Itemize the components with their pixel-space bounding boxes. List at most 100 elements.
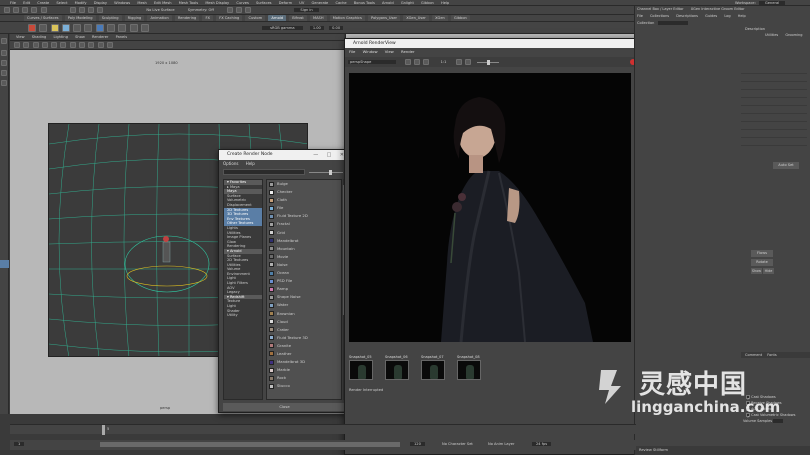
vp-menu-show[interactable]: Show <box>75 34 85 41</box>
current-frame-marker[interactable] <box>102 425 105 435</box>
rv-refresh-icon[interactable] <box>414 59 421 65</box>
maximize-icon[interactable]: □ <box>327 150 332 160</box>
shelf-tab-rigging[interactable]: Rigging <box>124 15 145 21</box>
show-button[interactable]: Show <box>751 268 762 274</box>
render-node-item[interactable]: Movie <box>267 253 341 261</box>
rv-crop-icon[interactable] <box>455 59 462 65</box>
offset-field[interactable]: 0.00 <box>329 26 344 30</box>
photometric-light-icon[interactable] <box>84 24 93 32</box>
skydome-light-icon[interactable] <box>61 24 70 32</box>
xgen-menu-file[interactable]: File <box>637 13 643 20</box>
fps-dropdown[interactable]: 24 fps <box>532 442 552 446</box>
standin-icon[interactable] <box>106 24 115 32</box>
undo-icon[interactable] <box>31 7 38 13</box>
render-node-item[interactable]: Granite <box>267 342 341 350</box>
curve-collector-icon[interactable] <box>129 24 138 32</box>
dialog-menu-options[interactable]: Options <box>223 161 238 166</box>
rv-menu-file[interactable]: File <box>349 49 355 54</box>
rv-menu-window[interactable]: Window <box>363 49 378 54</box>
rv-menu-render[interactable]: Render <box>401 49 415 54</box>
volume-icon[interactable] <box>118 24 127 32</box>
open-scene-icon[interactable] <box>13 7 20 13</box>
attr-row[interactable] <box>741 82 807 90</box>
shelf-tab-bifrost[interactable]: Bifrost <box>289 15 307 21</box>
flows-button[interactable]: Flows <box>751 250 773 257</box>
auto-set-button[interactable]: Auto Set <box>773 162 799 169</box>
xgen-menu-help[interactable]: Help <box>738 13 746 20</box>
shelf-tab-mash[interactable]: MASH <box>309 15 327 21</box>
shelf-tab-curves[interactable]: Curves / Surfaces <box>24 15 62 21</box>
render-node-item[interactable]: Rock <box>267 374 341 382</box>
shelf-tab-xgen[interactable]: XGen <box>432 15 448 21</box>
anim-layer-dropdown[interactable]: No Anim Layer <box>488 442 514 446</box>
shelf-tab-gibbon[interactable]: Gibbon <box>450 15 470 21</box>
select-mode-icon[interactable] <box>69 7 76 13</box>
redo-icon[interactable] <box>40 7 47 13</box>
xgen-menu-log[interactable]: Log <box>724 13 730 20</box>
render-node-item[interactable]: Brownian <box>267 310 341 318</box>
shelf-tab-rendering[interactable]: Rendering <box>174 15 200 21</box>
textured-icon[interactable] <box>69 42 76 48</box>
scale-tool-icon[interactable] <box>1 80 7 86</box>
rv-menu-view[interactable]: View <box>385 49 394 54</box>
render-node-item[interactable]: Fluid Texture 2D <box>267 212 341 220</box>
rv-snapshot-icon[interactable] <box>464 59 471 65</box>
attr-row[interactable] <box>741 122 807 130</box>
tab-grooming[interactable]: Grooming <box>785 33 802 37</box>
shelf-tab-fx[interactable]: FX <box>202 15 213 21</box>
render-node-item[interactable]: File <box>267 204 341 212</box>
tab-fonts[interactable]: Fonts <box>767 353 776 357</box>
vp-menu-lighting[interactable]: Lighting <box>53 34 68 41</box>
tab-comment[interactable]: Comment <box>745 353 762 357</box>
rotate-button[interactable]: Rotate <box>751 259 773 266</box>
xgen-menu-guides[interactable]: Guides <box>705 13 717 20</box>
rv-render-icon[interactable] <box>405 59 412 65</box>
xray-icon[interactable] <box>106 42 113 48</box>
node-search-field[interactable] <box>223 169 305 175</box>
minimize-icon[interactable]: — <box>313 150 318 160</box>
attr-row[interactable] <box>741 130 807 138</box>
shelf-tab-poly[interactable]: Poly Modeling <box>64 15 96 21</box>
render-node-item[interactable]: Marble <box>267 366 341 374</box>
snap-curve-icon[interactable] <box>88 7 95 13</box>
symmetry-setting[interactable]: Symmetry: Off <box>188 8 214 12</box>
tab-channel-box[interactable]: Channel Box / Layer Editor <box>637 7 684 11</box>
rv-exposure-slider[interactable] <box>476 59 499 65</box>
attr-row[interactable] <box>741 98 807 106</box>
render-node-item[interactable]: Shape Noise <box>267 293 341 301</box>
snap-grid-icon[interactable] <box>78 7 85 13</box>
shadows-icon[interactable] <box>88 42 95 48</box>
shelf-tab-xgen-user[interactable]: XGen_User <box>403 15 429 21</box>
camera-icon[interactable] <box>14 42 20 48</box>
attr-row[interactable] <box>741 106 807 114</box>
range-end-field[interactable]: 120 <box>410 442 425 446</box>
render-node-item[interactable]: Noise <box>267 261 341 269</box>
shelf-tab-fx-caching[interactable]: FX Caching <box>216 15 243 21</box>
select-tool-icon[interactable] <box>1 38 7 44</box>
ratio-label[interactable]: 1:1 <box>441 60 447 64</box>
hide-button[interactable]: Hide <box>763 268 774 274</box>
mesh-light-icon[interactable] <box>73 24 82 32</box>
render-node-item[interactable]: Mountain <box>267 245 341 253</box>
range-start-field[interactable]: 1 <box>14 442 25 446</box>
shelf-tab-animation[interactable]: Animation <box>147 15 172 21</box>
shelf-tab-motion-graphics[interactable]: Motion Graphics <box>329 15 365 21</box>
area-light-icon[interactable] <box>50 24 59 32</box>
collection-dropdown[interactable] <box>658 21 689 25</box>
close-button[interactable]: Close <box>223 403 346 411</box>
dialog-menu-help[interactable]: Help <box>246 161 255 166</box>
render-image[interactable] <box>349 73 631 342</box>
snapshot-06[interactable]: Snapshot_06 <box>385 354 409 380</box>
exposure-field[interactable]: 1.00 <box>309 26 324 30</box>
render-node-item[interactable]: Fluid Texture 3D <box>267 334 341 342</box>
render-node-item[interactable]: Checker <box>267 188 341 196</box>
snapshot-08[interactable]: Snapshot_08 <box>457 354 481 380</box>
dialog-title-bar[interactable]: Create Render Node — □ ✕ <box>219 150 348 160</box>
render-node-item[interactable]: PSD File <box>267 277 341 285</box>
new-scene-icon[interactable] <box>4 7 10 13</box>
shelf-tab-sculpting[interactable]: Sculpting <box>98 15 122 21</box>
render-frame-icon[interactable] <box>226 7 233 13</box>
snapshot-05[interactable]: Snapshot_05 <box>349 354 373 380</box>
tab-xgen-groom[interactable]: XGen Interactive Groom Editor <box>691 7 745 11</box>
sign-in[interactable]: Sign in <box>294 8 319 12</box>
